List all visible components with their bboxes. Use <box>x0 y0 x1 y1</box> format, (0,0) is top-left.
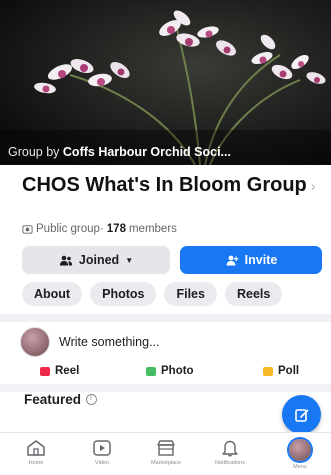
people-icon <box>59 255 73 266</box>
group-meta: Public group · 178 members <box>22 223 177 235</box>
nav-label-menu: Menu <box>293 464 307 470</box>
bottom-navigation: Home Video Marketplace Notifications Men… <box>0 432 331 475</box>
photo-action[interactable]: Photo <box>146 365 194 377</box>
nav-label-video: Video <box>95 460 109 466</box>
info-icon[interactable] <box>86 393 98 405</box>
group-owner-link[interactable]: Coffs Harbour Orchid Soci... <box>63 145 231 159</box>
marketplace-icon <box>157 440 175 456</box>
tab-photos[interactable]: Photos <box>90 282 157 306</box>
nav-label-home: Home <box>28 460 44 466</box>
nav-label-marketplace: Marketplace <box>151 460 181 466</box>
featured-section-title: Featured <box>24 392 98 407</box>
tab-files[interactable]: Files <box>164 282 217 306</box>
joined-label: Joined <box>78 253 120 267</box>
globe-icon <box>22 224 33 234</box>
bell-icon <box>222 440 238 457</box>
home-icon <box>27 440 45 456</box>
featured-label: Featured <box>24 392 82 407</box>
tab-reels[interactable]: Reels <box>224 282 283 306</box>
group-tabs: About Photos Files Reels <box>22 282 283 306</box>
poll-label: Poll <box>278 365 300 377</box>
nav-item-marketplace[interactable]: Marketplace <box>136 439 196 466</box>
photo-icon <box>146 366 156 376</box>
caret-down-icon: ▼ <box>125 255 134 265</box>
group-title-text: CHOS What's In Bloom Group <box>22 174 307 196</box>
nav-label-notifications: Notifications <box>215 460 245 466</box>
reel-label: Reel <box>55 365 80 377</box>
group-title[interactable]: CHOS What's In Bloom Group › <box>22 174 322 198</box>
compose-post-button[interactable] <box>282 395 321 434</box>
member-label[interactable]: members <box>129 223 177 235</box>
composer-actions: Reel Photo Poll <box>0 360 331 382</box>
post-composer[interactable]: Write something... <box>20 327 160 357</box>
video-icon <box>93 440 111 456</box>
cover-caption[interactable]: Group by Coffs Harbour Orchid Soci... <box>8 145 231 159</box>
photo-label: Photo <box>161 365 194 377</box>
section-divider <box>0 314 331 322</box>
meta-separator: · <box>99 223 104 235</box>
nav-item-notifications[interactable]: Notifications <box>200 439 260 466</box>
joined-button[interactable]: Joined ▼ <box>22 246 170 274</box>
section-divider <box>0 384 331 392</box>
edit-icon <box>294 408 308 422</box>
nav-item-home[interactable]: Home <box>6 439 66 466</box>
invite-label: Invite <box>244 253 278 267</box>
reel-icon <box>40 366 50 376</box>
write-something-input[interactable]: Write something... <box>59 335 160 349</box>
cover-caption-prefix: Group by <box>8 145 60 159</box>
group-cover-photo[interactable]: Group by Coffs Harbour Orchid Soci... <box>0 0 331 165</box>
privacy-label: Public group <box>36 223 100 235</box>
nav-item-menu[interactable]: Menu <box>270 439 330 470</box>
add-person-icon <box>225 255 239 266</box>
member-count: 178 <box>106 223 126 235</box>
poll-icon <box>263 366 273 376</box>
poll-action[interactable]: Poll <box>263 365 299 377</box>
nav-item-video[interactable]: Video <box>72 439 132 466</box>
reel-action[interactable]: Reel <box>40 365 79 377</box>
invite-button[interactable]: Invite <box>180 246 322 274</box>
profile-avatar <box>289 439 311 461</box>
chevron-right-icon: › <box>310 178 316 194</box>
orchid-cover-image <box>0 0 331 165</box>
avatar[interactable] <box>20 327 50 357</box>
tab-about[interactable]: About <box>22 282 83 306</box>
